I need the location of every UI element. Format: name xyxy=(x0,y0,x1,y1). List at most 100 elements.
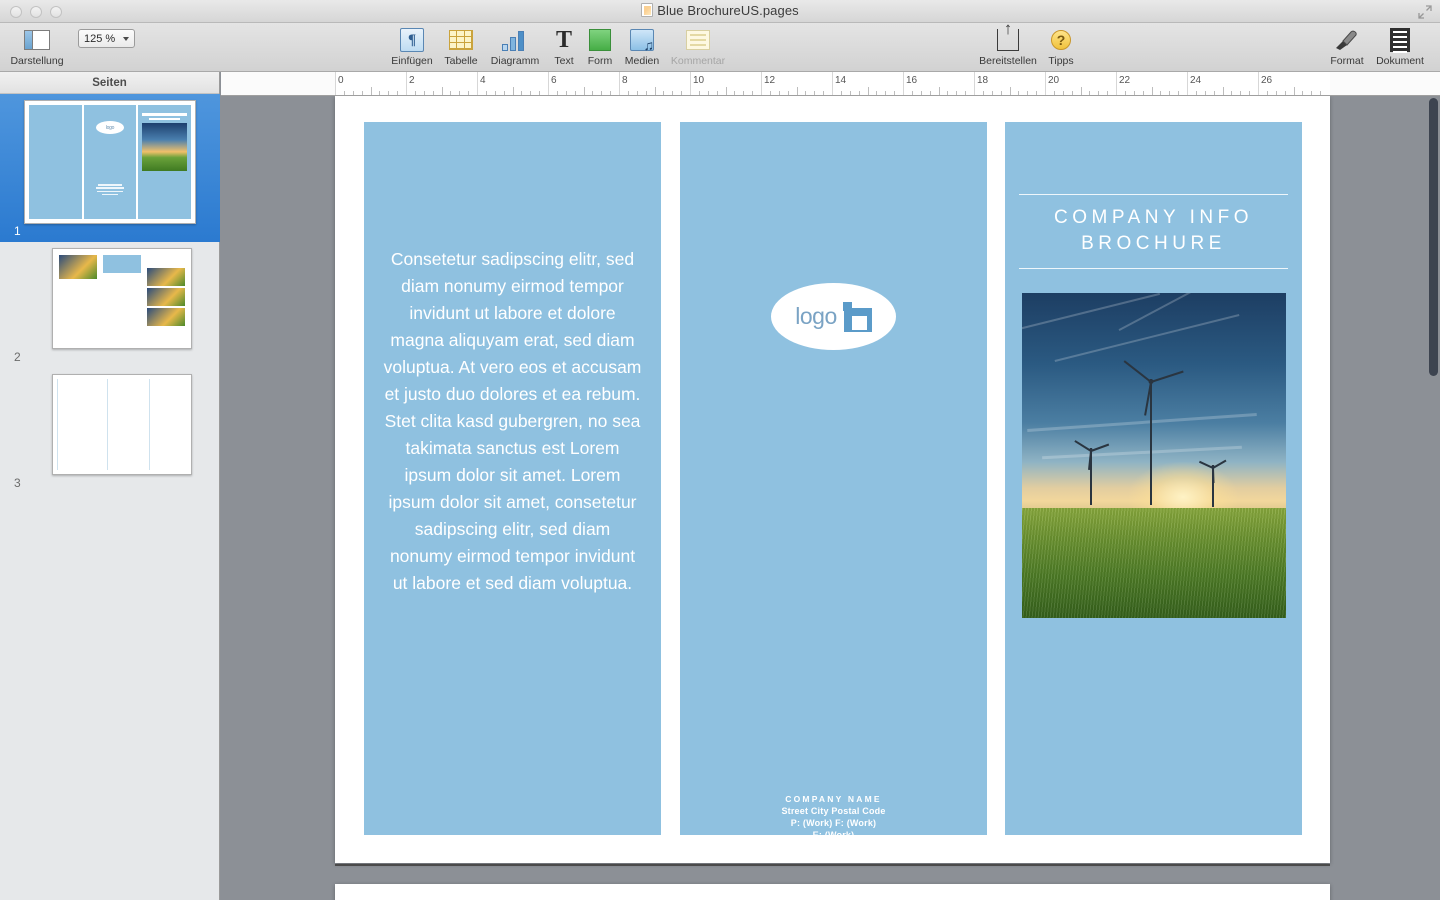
comment-button[interactable]: Kommentar xyxy=(666,27,730,67)
wheat-field xyxy=(1022,508,1286,619)
ruler-minor-tick xyxy=(947,91,948,95)
brochure-middle-panel[interactable]: logo COMPANY NAME Street City Postal Cod… xyxy=(680,122,987,835)
ruler-minor-tick xyxy=(983,91,984,95)
page-separator xyxy=(335,864,1330,866)
ruler-minor-tick xyxy=(1089,91,1090,95)
brochure-cover-title[interactable]: COMPANY INFO BROCHURE xyxy=(1019,194,1288,269)
zoom-value: 125 % xyxy=(84,33,115,45)
ruler-minor-tick xyxy=(1010,87,1011,95)
mini-col xyxy=(145,253,187,344)
brochure-right-panel[interactable]: COMPANY INFO BROCHURE xyxy=(1005,122,1302,835)
sidebar-page-thumbnail-1[interactable]: logo 1 xyxy=(0,94,220,242)
ruler-minor-tick xyxy=(557,91,558,95)
ruler-minor-tick xyxy=(566,91,567,95)
wind-turbine-right xyxy=(1200,465,1226,507)
view-button[interactable]: Darstellung xyxy=(5,27,69,67)
company-web: W: (Work) xyxy=(680,842,987,852)
ruler-minor-tick xyxy=(1098,91,1099,95)
ruler-major-mark xyxy=(690,72,691,95)
ruler-tick-label: 10 xyxy=(693,75,704,86)
brochure-left-panel[interactable]: Consetetur sadipscing elitr, sed diam no… xyxy=(364,122,661,835)
ruler-tick-label: 20 xyxy=(1048,75,1059,86)
ruler-minor-tick xyxy=(770,91,771,95)
chart-icon xyxy=(502,29,528,51)
brochure-body-text: Consetetur sadipscing elitr, sed diam no… xyxy=(382,246,643,597)
comment-icon xyxy=(686,30,710,50)
sidebar-page-number-2: 2 xyxy=(14,350,21,364)
ruler-minor-tick xyxy=(681,91,682,95)
document-button-label: Dokument xyxy=(1368,55,1432,67)
ruler-minor-tick xyxy=(1169,91,1170,95)
vertical-scrollbar[interactable] xyxy=(1429,98,1438,376)
document-page-2[interactable] xyxy=(335,884,1330,900)
mini-col xyxy=(107,379,146,470)
ruler-minor-tick xyxy=(956,91,957,95)
logo-placeholder[interactable]: logo xyxy=(771,283,896,350)
ruler-minor-tick xyxy=(939,87,940,95)
ruler-minor-tick xyxy=(539,91,540,95)
sidebar-page-thumbnail-2[interactable]: 2 xyxy=(0,242,220,368)
fullscreen-icon[interactable] xyxy=(1418,5,1432,19)
brochure-mini-preview xyxy=(57,379,187,470)
ruler-minor-tick xyxy=(672,91,673,95)
document-button[interactable]: Dokument xyxy=(1368,27,1432,67)
ruler-major-mark xyxy=(832,72,833,95)
ruler-minor-tick xyxy=(814,91,815,95)
window-title-text: Blue BrochureUS.pages xyxy=(657,3,799,18)
ruler-minor-tick xyxy=(752,91,753,95)
ruler-minor-tick xyxy=(1178,91,1179,95)
mini-right-panel xyxy=(138,105,191,219)
ruler-tick-label: 18 xyxy=(977,75,988,86)
brochure-mini-preview xyxy=(57,253,187,344)
ruler-minor-tick xyxy=(362,91,363,95)
document-page-1[interactable]: Consetetur sadipscing elitr, sed diam no… xyxy=(335,96,1330,863)
ruler-minor-tick xyxy=(344,91,345,95)
brochure-mini-preview: logo xyxy=(29,105,191,219)
ruler-minor-tick xyxy=(841,91,842,95)
mini-col xyxy=(57,253,99,344)
ruler-minor-tick xyxy=(655,87,656,95)
ruler-minor-tick xyxy=(1214,91,1215,95)
tips-button[interactable]: ? Tipps xyxy=(1029,27,1093,67)
company-address-block[interactable]: COMPANY NAME Street City Postal Code P: … xyxy=(680,794,987,852)
ruler-tick-label: 22 xyxy=(1119,75,1130,86)
window-title: Blue BrochureUS.pages xyxy=(0,3,1440,18)
company-street: Street City Postal Code xyxy=(680,806,987,816)
ruler-major-mark xyxy=(761,72,762,95)
ruler-minor-tick xyxy=(663,91,664,95)
paintbrush-icon xyxy=(1334,29,1360,51)
mini-left-panel xyxy=(29,105,82,219)
chevron-down-icon xyxy=(123,37,129,41)
zoom-select[interactable]: 125 % xyxy=(78,29,135,48)
ruler-minor-tick xyxy=(797,87,798,95)
ruler-minor-tick xyxy=(805,91,806,95)
ruler-minor-tick xyxy=(859,91,860,95)
ruler-minor-tick xyxy=(876,91,877,95)
ruler-minor-tick xyxy=(1294,87,1295,95)
ruler-minor-tick xyxy=(699,91,700,95)
ruler-minor-tick xyxy=(379,91,380,95)
ruler-major-mark xyxy=(548,72,549,95)
ruler-minor-tick xyxy=(450,91,451,95)
document-canvas[interactable]: Consetetur sadipscing elitr, sed diam no… xyxy=(221,96,1440,900)
ruler-minor-tick xyxy=(637,91,638,95)
sidebar-header: Seiten xyxy=(0,72,219,94)
ruler-minor-tick xyxy=(1302,91,1303,95)
brochure-cover-title-line2: BROCHURE xyxy=(1019,231,1288,257)
ruler-minor-tick xyxy=(601,91,602,95)
ruler-minor-tick xyxy=(779,91,780,95)
ruler-minor-tick xyxy=(1081,87,1082,95)
wind-turbine-large xyxy=(1126,379,1176,505)
page-thumbnail-preview xyxy=(52,374,192,475)
ruler-minor-tick xyxy=(592,91,593,95)
sidebar-page-thumbnail-3[interactable]: 3 xyxy=(0,368,220,494)
horizontal-ruler[interactable]: 02468101214161820222426 xyxy=(221,72,1440,96)
ruler-minor-tick xyxy=(1036,91,1037,95)
tips-button-label: Tipps xyxy=(1029,55,1093,67)
media-button[interactable]: Medien xyxy=(610,27,674,67)
ruler-minor-tick xyxy=(992,91,993,95)
ruler-minor-tick xyxy=(788,91,789,95)
wind-turbine-left xyxy=(1076,448,1106,505)
wind-turbines-sunset-photo[interactable] xyxy=(1022,293,1286,618)
ruler-minor-tick xyxy=(628,91,629,95)
